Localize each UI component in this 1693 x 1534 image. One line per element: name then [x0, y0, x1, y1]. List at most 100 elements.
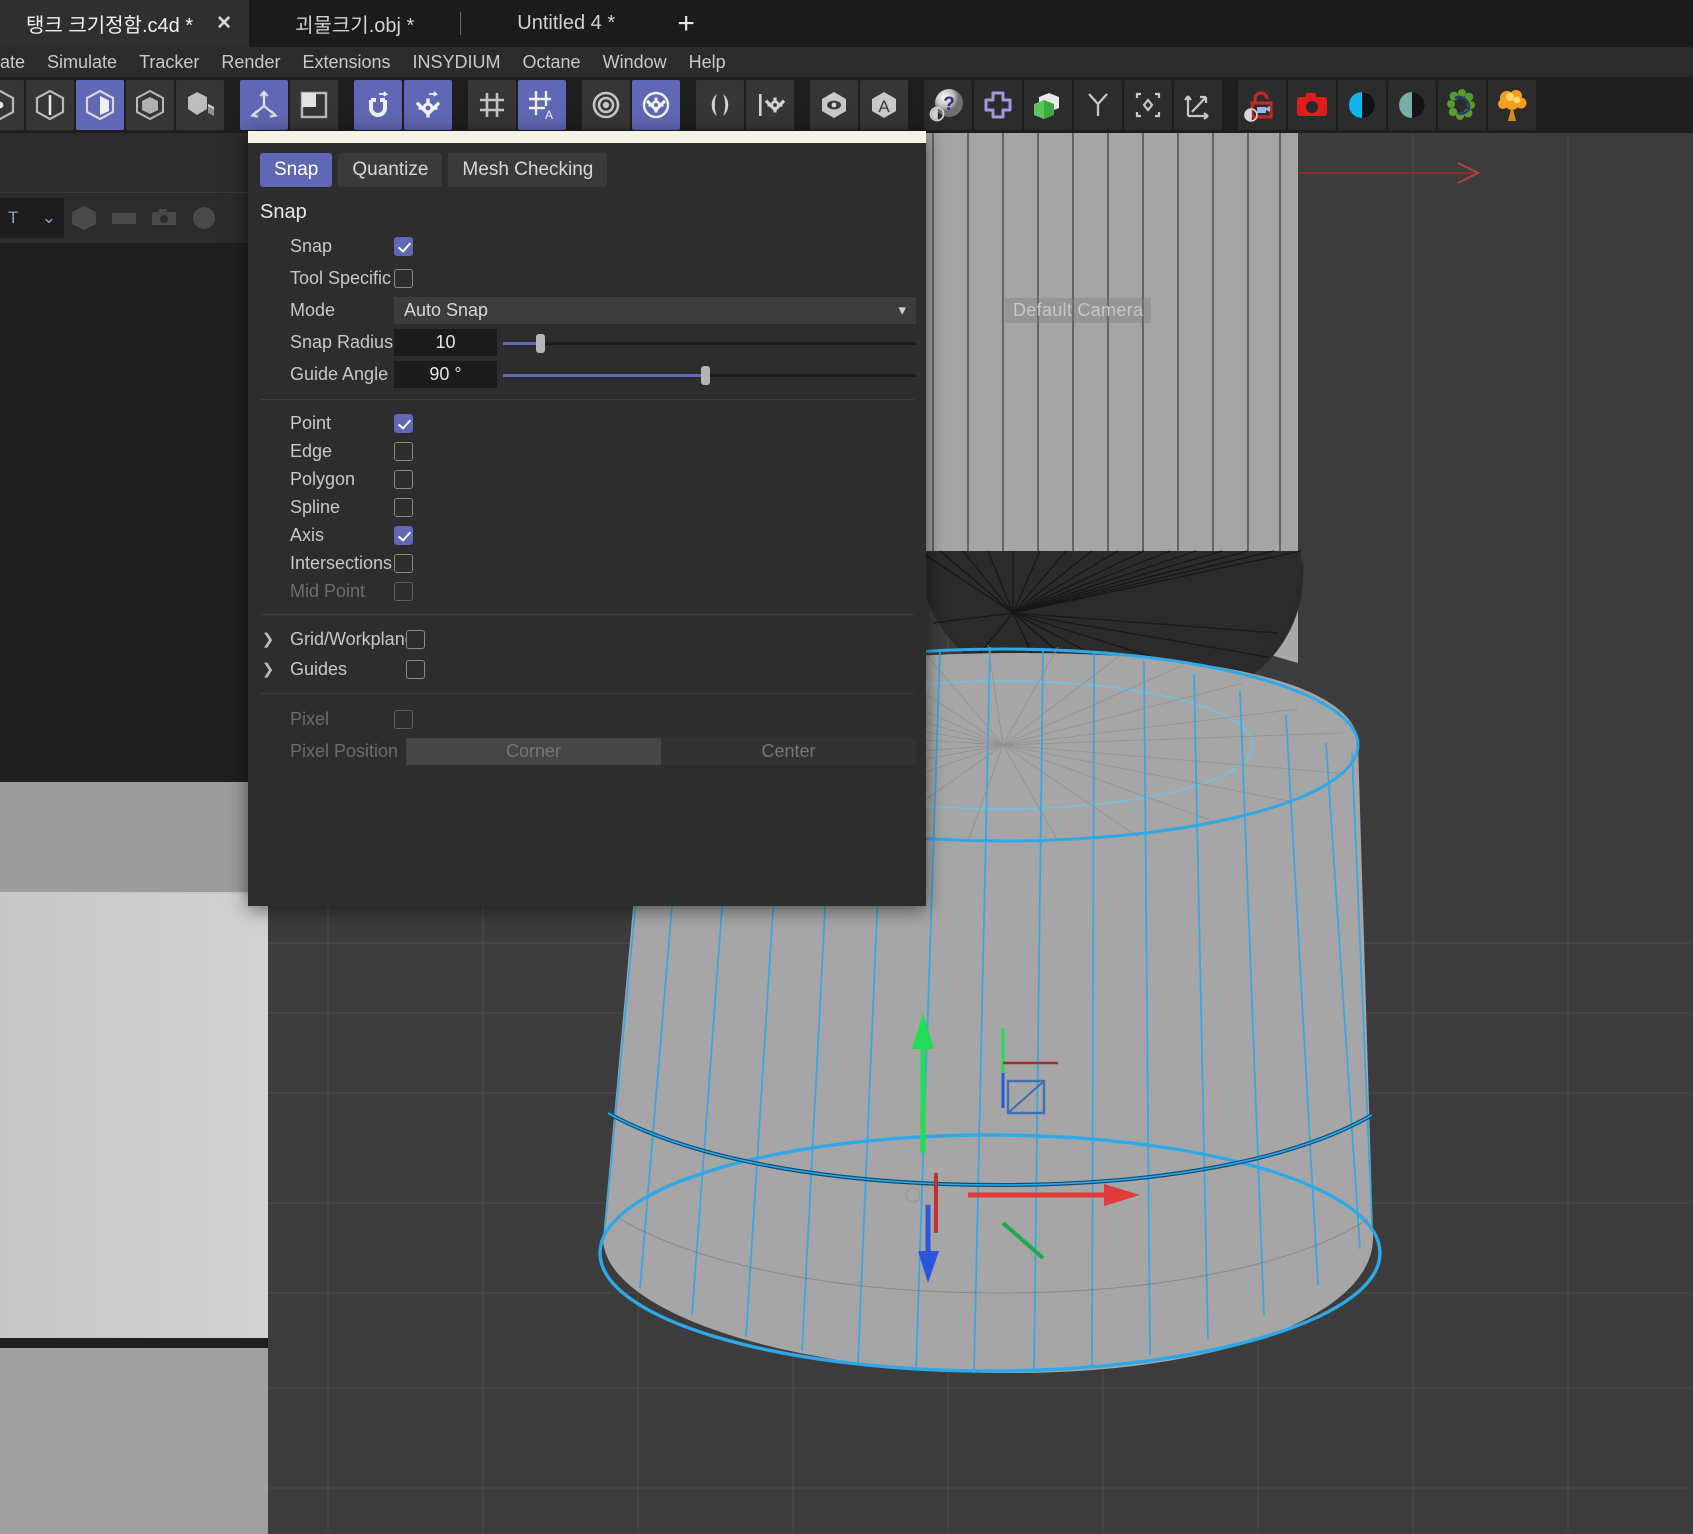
symmetry-settings-icon[interactable] — [746, 80, 794, 130]
toolbar-group-modes — [0, 80, 226, 130]
left-panel-toolbar: T ⌄ — [0, 194, 268, 242]
symmetry-mirror-icon[interactable] — [696, 80, 744, 130]
tab-quantize[interactable]: Quantize — [338, 153, 443, 187]
row-snap-radius[interactable]: Snap Radius 10 — [248, 326, 926, 358]
camera-object-icon[interactable] — [144, 198, 184, 238]
row-mid-point: Mid Point — [248, 577, 926, 605]
row-polygon[interactable]: Polygon — [248, 465, 926, 493]
toolbar-group-display: A — [810, 80, 910, 130]
menu-item-simulate[interactable]: Simulate — [36, 47, 128, 77]
point-mode-icon[interactable] — [0, 80, 24, 130]
tool-specific-checkbox[interactable] — [394, 268, 413, 288]
camera-label: Default Camera — [1005, 298, 1152, 323]
tab-snap[interactable]: Snap — [260, 153, 333, 187]
axis-checkbox[interactable] — [394, 525, 413, 545]
snap-magnet-icon[interactable] — [354, 80, 402, 130]
divider-1 — [260, 399, 914, 400]
row-spline[interactable]: Spline — [248, 493, 926, 521]
snap-settings-gear-icon[interactable] — [404, 80, 452, 130]
menu-item-ate[interactable]: ate — [0, 47, 36, 77]
guide-angle-field[interactable]: 90 ° — [394, 360, 497, 388]
menu-item-extensions[interactable]: Extensions — [291, 47, 401, 77]
help-question-sphere-icon[interactable]: ? — [924, 80, 972, 130]
mode-select[interactable]: T ⌄ — [0, 198, 64, 238]
row-grid-workplane[interactable]: ❯ Grid/Workplane — [248, 624, 926, 654]
circle-object-icon[interactable] — [184, 198, 224, 238]
target-settings-icon[interactable] — [632, 80, 680, 130]
snap-settings-dialog[interactable]: Snap Quantize Mesh Checking Snap Snap To… — [248, 131, 926, 906]
object-axis-icon[interactable] — [290, 80, 338, 130]
svg-text:A: A — [545, 108, 553, 122]
row-point[interactable]: Point — [248, 409, 926, 437]
snap-checkbox[interactable] — [394, 236, 413, 256]
label-pixel: Pixel — [290, 708, 330, 729]
texture-mode-icon[interactable] — [176, 80, 224, 130]
connect-merge-icon[interactable] — [1074, 80, 1122, 130]
menu-item-render[interactable]: Render — [210, 47, 291, 77]
render-camera-icon[interactable] — [1288, 80, 1336, 130]
row-snap[interactable]: Snap — [248, 230, 926, 262]
chevron-down-icon[interactable]: ⌄ — [42, 208, 56, 228]
pixel-checkbox — [394, 709, 413, 729]
center-axis-icon[interactable] — [1124, 80, 1172, 130]
toolbar-group-plugins: ? — [924, 80, 1224, 130]
intersections-checkbox[interactable] — [394, 553, 413, 573]
polygon-checkbox[interactable] — [394, 469, 413, 489]
boole-cubes-icon[interactable] — [1024, 80, 1072, 130]
viewport-object-overlap-lower — [0, 1348, 268, 1534]
row-edge[interactable]: Edge — [248, 437, 926, 465]
target-rings-icon[interactable] — [582, 80, 630, 130]
model-mode-icon[interactable] — [126, 80, 174, 130]
polygon-mode-icon[interactable] — [76, 80, 124, 130]
row-mode[interactable]: Mode Auto Snap ▾ — [248, 294, 926, 326]
scatter-foliage-icon[interactable] — [1438, 80, 1486, 130]
point-checkbox[interactable] — [394, 413, 413, 433]
edge-mode-icon[interactable] — [26, 80, 74, 130]
unlock-camera-icon[interactable] — [1238, 80, 1286, 130]
spline-checkbox[interactable] — [394, 497, 413, 517]
menu-item-insydium[interactable]: INSYDIUM — [402, 47, 512, 77]
new-tab-button[interactable]: + — [663, 0, 709, 47]
guide-angle-slider[interactable] — [503, 361, 916, 388]
cinema4d-plugin-icon[interactable] — [974, 80, 1022, 130]
row-guide-angle[interactable]: Guide Angle 90 ° — [248, 358, 926, 390]
grid-workplane-checkbox[interactable] — [406, 629, 425, 649]
explosion-fx-icon[interactable] — [1488, 80, 1536, 130]
document-tab-label: 탱크 크기정함.c4d * — [26, 15, 194, 37]
scale-expand-icon[interactable] — [1174, 80, 1222, 130]
chevron-right-icon[interactable]: ❯ — [260, 660, 276, 678]
workplane-grid-icon[interactable] — [468, 80, 516, 130]
menu-item-octane[interactable]: Octane — [512, 47, 592, 77]
row-intersections[interactable]: Intersections — [248, 549, 926, 577]
rect-object-icon[interactable] — [104, 198, 144, 238]
hex-object-icon[interactable] — [64, 198, 104, 238]
row-axis[interactable]: Axis — [248, 521, 926, 549]
label-guides: Guides — [290, 658, 348, 679]
label-snap: Snap — [290, 235, 333, 256]
row-tool-specific[interactable]: Tool Specific — [248, 262, 926, 294]
menu-item-help[interactable]: Help — [678, 47, 737, 77]
document-tab-1[interactable]: 괴물크기.obj * — [249, 0, 460, 47]
document-tab-0[interactable]: 탱크 크기정함.c4d * ✕ — [0, 0, 250, 47]
mode-dropdown[interactable]: Auto Snap ▾ — [394, 296, 916, 324]
dialog-titlebar[interactable] — [248, 131, 926, 143]
document-tab-2[interactable]: Untitled 4 * — [461, 0, 663, 47]
menu-item-tracker[interactable]: Tracker — [128, 47, 210, 77]
menu-bar: ate Simulate Tracker Render Extensions I… — [0, 47, 1693, 77]
workplane-auto-icon[interactable]: A — [518, 80, 566, 130]
contrast-blue-icon[interactable] — [1338, 80, 1386, 130]
guides-checkbox[interactable] — [406, 659, 425, 679]
axis-mode-icon[interactable] — [240, 80, 288, 130]
close-icon[interactable]: ✕ — [215, 12, 233, 35]
mode-select-value: T — [8, 208, 19, 227]
row-guides[interactable]: ❯ Guides — [248, 654, 926, 684]
edge-checkbox[interactable] — [394, 441, 413, 461]
viewport-visibility-icon[interactable] — [810, 80, 858, 130]
tab-mesh-checking[interactable]: Mesh Checking — [448, 153, 608, 187]
annotation-a-icon[interactable]: A — [860, 80, 908, 130]
chevron-right-icon[interactable]: ❯ — [260, 630, 276, 648]
menu-item-window[interactable]: Window — [592, 47, 678, 77]
contrast-teal-icon[interactable] — [1388, 80, 1436, 130]
snap-radius-slider[interactable] — [503, 329, 916, 356]
snap-radius-field[interactable]: 10 — [394, 328, 497, 356]
